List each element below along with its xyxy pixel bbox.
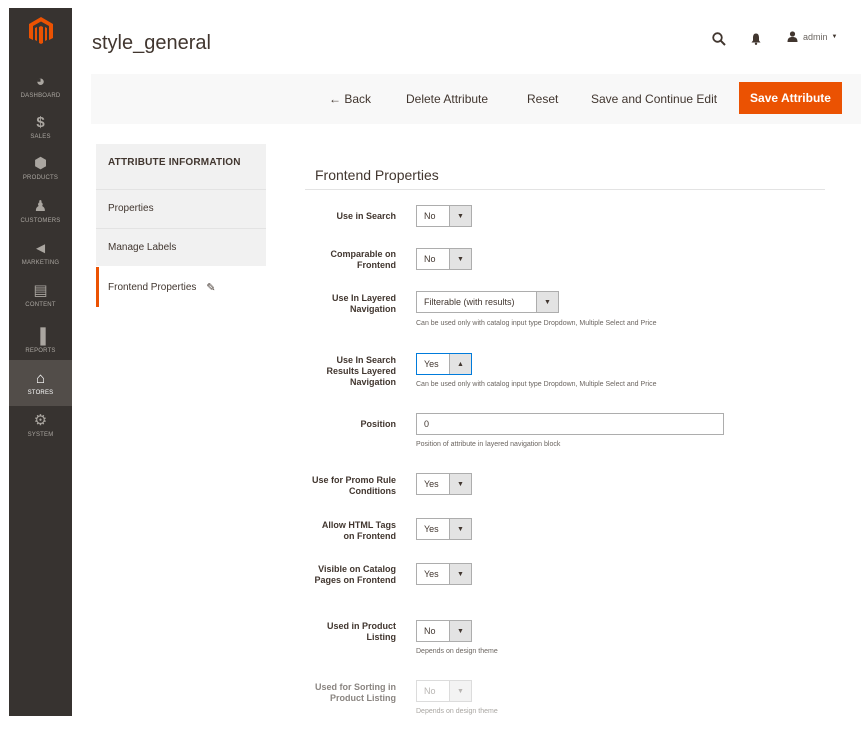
visible-catalog-label: Visible on Catalog Pages on Frontend <box>314 564 396 585</box>
bell-icon-svg <box>751 33 761 45</box>
admin-user-menu[interactable]: admin ▼ <box>787 31 837 42</box>
system-icon: ⚙ <box>33 412 48 429</box>
use-in-search-label: Use in Search <box>336 211 396 221</box>
html-tags-value: Yes <box>424 524 439 534</box>
page: ◕ DASHBOARD $ SALES ⬢ PRODUCTS ♟ CUSTOME… <box>0 0 861 740</box>
chevron-up-icon: ▲ <box>449 354 471 374</box>
nav-products-label: PRODUCTS <box>22 175 59 181</box>
magento-logo-icon[interactable] <box>9 8 72 53</box>
sorting-select[interactable]: No ▼ <box>416 680 472 702</box>
reset-button[interactable]: Reset <box>527 76 558 122</box>
reports-icon: ▐ <box>35 328 46 345</box>
bottom-border <box>0 716 861 740</box>
layered-nav-select[interactable]: Filterable (with results) ▼ <box>416 291 559 313</box>
nav-system[interactable]: ⚙ SYSTEM <box>9 402 72 448</box>
save-and-continue-button[interactable]: Save and Continue Edit <box>591 76 717 122</box>
visible-catalog-select[interactable]: Yes ▼ <box>416 563 472 585</box>
html-tags-label: Allow HTML Tags on Frontend <box>321 520 396 541</box>
tab-frontend-properties[interactable]: Frontend Properties ✎ <box>96 267 266 307</box>
nav-stores-label: STORES <box>27 390 54 396</box>
attribute-tabs: ATTRIBUTE INFORMATION Properties Manage … <box>96 144 266 314</box>
layered-nav-value: Filterable (with results) <box>424 297 515 307</box>
sales-icon: $ <box>36 114 45 131</box>
section-title: Frontend Properties <box>315 167 439 183</box>
nav-sales-label: SALES <box>30 134 51 140</box>
layered-nav-label: Use In Layered Navigation <box>331 293 396 314</box>
position-label: Position <box>360 419 397 429</box>
nav-dashboard[interactable]: ◕ DASHBOARD <box>9 63 72 109</box>
chevron-down-icon: ▼ <box>449 621 471 641</box>
chevron-down-icon: ▼ <box>449 519 471 539</box>
tab-manage-labels[interactable]: Manage Labels <box>96 228 266 266</box>
user-icon <box>787 31 798 42</box>
chevron-down-icon: ▼ <box>449 249 471 269</box>
position-note: Position of attribute in layered navigat… <box>416 441 561 448</box>
edit-pencil-icon: ✎ <box>206 281 216 294</box>
dashboard-icon: ◕ <box>35 73 46 90</box>
notification-bell-icon[interactable] <box>749 30 763 48</box>
customers-icon: ♟ <box>33 198 48 215</box>
products-icon: ⬢ <box>33 155 48 172</box>
promo-rules-label: Use for Promo Rule Conditions <box>311 475 396 496</box>
visible-catalog-value: Yes <box>424 569 439 579</box>
layered-nav-note: Can be used only with catalog input type… <box>416 320 657 327</box>
nav-products[interactable]: ⬢ PRODUCTS <box>9 145 72 191</box>
position-input[interactable]: 0 <box>416 413 724 435</box>
chevron-down-icon: ▼ <box>449 474 471 494</box>
logo-svg <box>28 16 53 44</box>
product-listing-label: Used in Product Listing <box>326 621 396 642</box>
save-attribute-button[interactable]: Save Attribute <box>739 82 842 114</box>
tab-frontend-properties-label: Frontend Properties <box>108 281 197 293</box>
sorting-label: Used for Sorting in Product Listing <box>315 682 396 703</box>
use-in-search-value: No <box>424 211 436 221</box>
use-in-search-select[interactable]: No ▼ <box>416 205 472 227</box>
admin-sidebar: ◕ DASHBOARD $ SALES ⬢ PRODUCTS ♟ CUSTOME… <box>9 8 72 716</box>
nav-marketing[interactable]: ◄ MARKETING <box>9 230 72 276</box>
search-layered-nav-note: Can be used only with catalog input type… <box>416 381 657 388</box>
section-divider <box>305 189 825 190</box>
product-listing-value: No <box>424 626 436 636</box>
promo-rules-select[interactable]: Yes ▼ <box>416 473 472 495</box>
tab-properties[interactable]: Properties <box>96 189 266 227</box>
html-tags-select[interactable]: Yes ▼ <box>416 518 472 540</box>
page-title: style_general <box>92 32 211 54</box>
content-icon: ▤ <box>33 282 48 299</box>
chevron-down-icon: ▼ <box>449 564 471 584</box>
nav-reports[interactable]: ▐ REPORTS <box>9 318 72 364</box>
top-border <box>0 0 861 8</box>
search-layered-nav-label: Use In Search Results Layered Navigation <box>326 355 396 387</box>
search-icon-svg <box>712 32 726 46</box>
nav-content-label: CONTENT <box>25 302 56 308</box>
chevron-down-icon: ▼ <box>449 206 471 226</box>
promo-rules-value: Yes <box>424 479 439 489</box>
nav-content[interactable]: ▤ CONTENT <box>9 272 72 318</box>
back-button[interactable]: ← Back <box>329 76 371 122</box>
search-layered-nav-value: Yes <box>424 359 439 369</box>
chevron-down-icon: ▼ <box>536 292 558 312</box>
marketing-icon: ◄ <box>33 240 48 257</box>
search-layered-nav-select[interactable]: Yes ▲ <box>416 353 472 375</box>
nav-dashboard-label: DASHBOARD <box>20 93 61 99</box>
nav-sales[interactable]: $ SALES <box>9 104 72 150</box>
nav-reports-label: REPORTS <box>25 348 56 354</box>
nav-customers-label: CUSTOMERS <box>20 218 61 224</box>
nav-stores[interactable]: ⌂ STORES <box>9 360 72 406</box>
nav-marketing-label: MARKETING <box>21 260 60 266</box>
product-listing-select[interactable]: No ▼ <box>416 620 472 642</box>
sorting-value: No <box>424 686 436 696</box>
comparable-value: No <box>424 254 436 264</box>
chevron-down-icon: ▼ <box>831 33 838 40</box>
nav-system-label: SYSTEM <box>27 432 54 438</box>
comparable-label: Comparable on Frontend <box>330 249 396 270</box>
comparable-select[interactable]: No ▼ <box>416 248 472 270</box>
stores-icon: ⌂ <box>35 370 46 387</box>
search-icon[interactable] <box>710 30 728 48</box>
product-listing-note: Depends on design theme <box>416 648 498 655</box>
delete-attribute-button[interactable]: Delete Attribute <box>406 76 488 122</box>
sorting-note: Depends on design theme <box>416 708 498 715</box>
tabs-heading: ATTRIBUTE INFORMATION <box>108 157 241 168</box>
chevron-down-icon: ▼ <box>449 681 471 701</box>
nav-customers[interactable]: ♟ CUSTOMERS <box>9 188 72 234</box>
admin-username: admin <box>803 31 828 42</box>
